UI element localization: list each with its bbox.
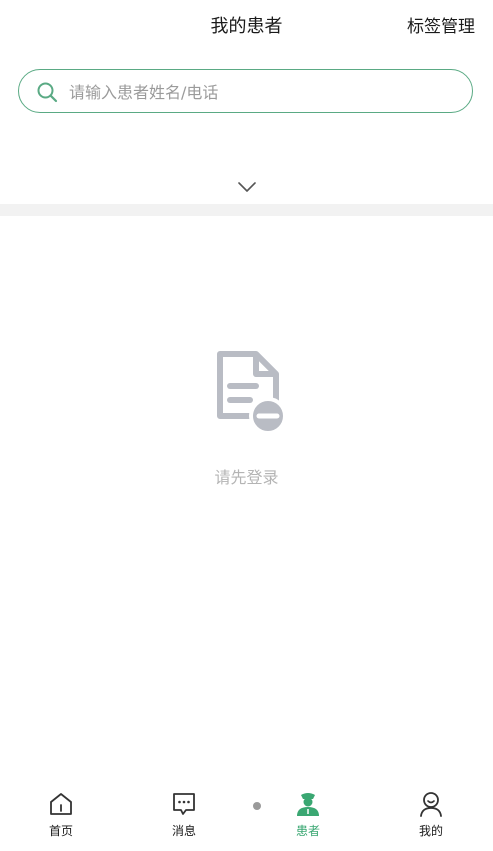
chevron-down-icon[interactable] — [236, 180, 258, 194]
tab-profile[interactable]: 我的 — [396, 785, 466, 845]
search-input[interactable] — [67, 70, 461, 114]
tab-messages-label: 消息 — [171, 824, 196, 838]
section-divider — [0, 204, 493, 216]
search-icon — [37, 82, 58, 103]
tag-manage-button[interactable]: 标签管理 — [407, 12, 475, 37]
tab-home-label: 首页 — [48, 824, 73, 838]
bottom-tab-bar: 首页 消息 患者 我的 — [0, 785, 493, 851]
search-bar[interactable] — [18, 69, 473, 114]
tab-home[interactable]: 首页 — [26, 785, 96, 845]
home-icon — [50, 793, 72, 815]
tab-profile-label: 我的 — [418, 824, 443, 838]
login-prompt: 请先登录 — [214, 468, 279, 487]
tab-patients-label: 患者 — [295, 824, 320, 838]
tab-messages[interactable]: 消息 — [149, 785, 219, 845]
tab-patients[interactable]: 患者 — [273, 785, 343, 845]
doctor-icon — [297, 793, 319, 816]
user-icon — [420, 792, 442, 817]
tab-indicator-dot — [253, 802, 261, 810]
document-remove-icon — [217, 351, 287, 435]
message-icon — [173, 793, 195, 815]
header: 我的患者 标签管理 — [0, 0, 493, 50]
